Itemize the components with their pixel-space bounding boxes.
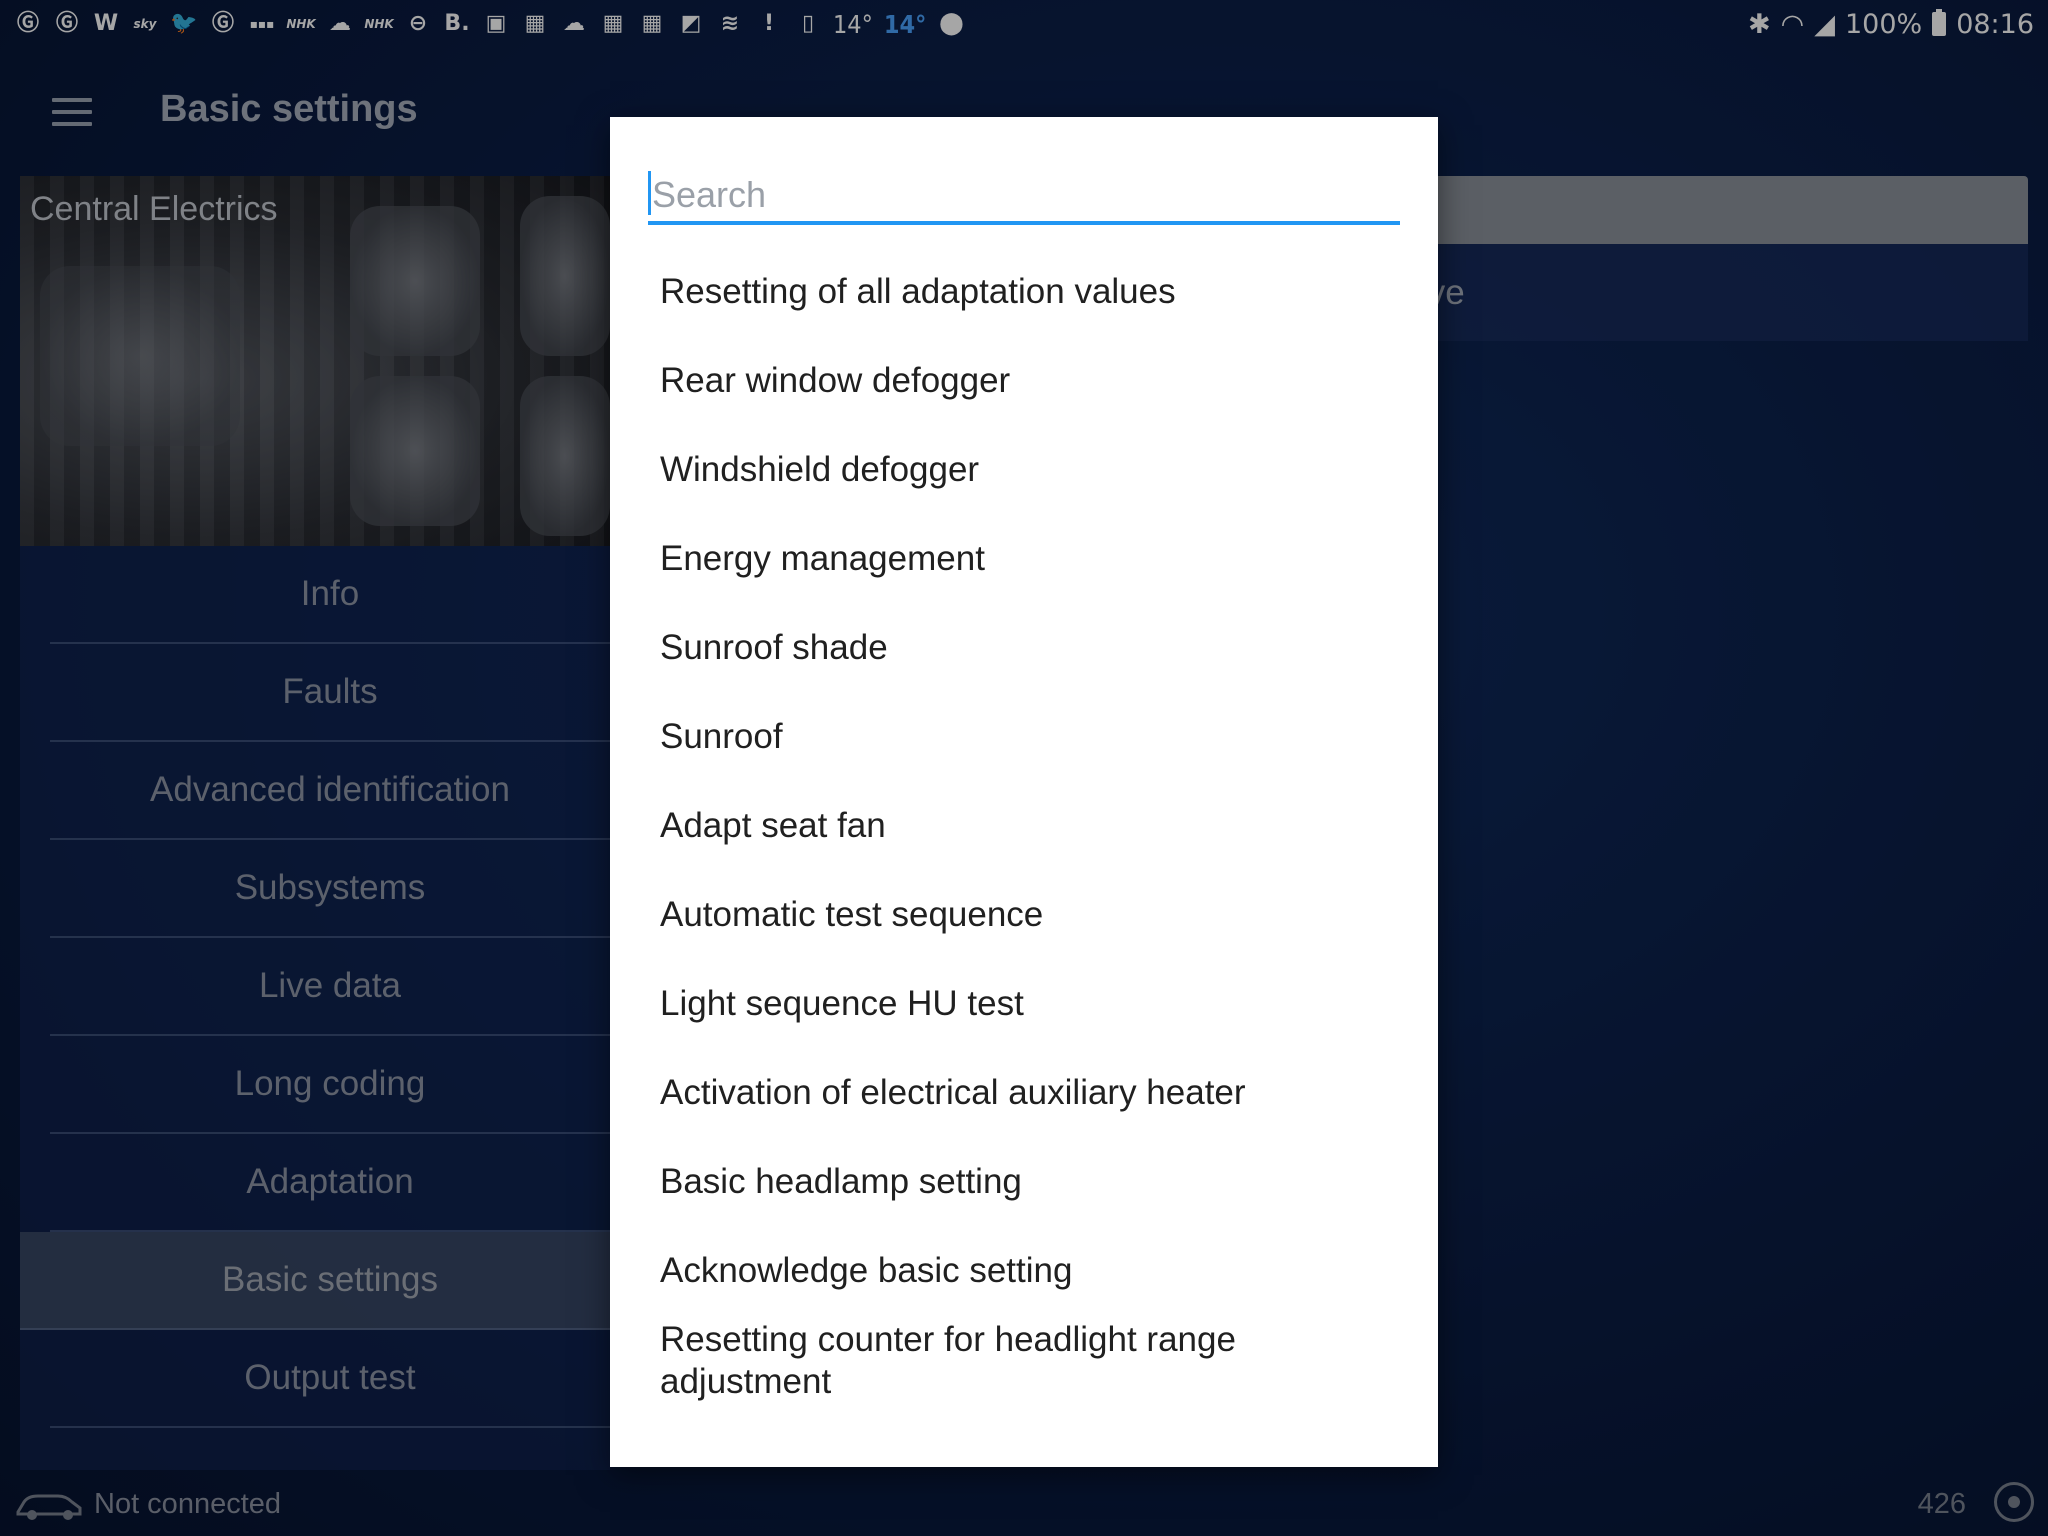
options-list: Resetting of all adaptation values Rear … — [660, 247, 1400, 1431]
text-cursor — [648, 171, 651, 215]
list-item[interactable]: Resetting counter for headlight range ad… — [660, 1315, 1400, 1431]
list-item[interactable]: Energy management — [660, 514, 1400, 603]
list-item[interactable]: Rear window defogger — [660, 336, 1400, 425]
list-item[interactable]: Sunroof shade — [660, 603, 1400, 692]
list-item[interactable]: Basic headlamp setting — [660, 1137, 1400, 1226]
list-item[interactable]: Adapt seat fan — [660, 781, 1400, 870]
list-item[interactable]: Acknowledge basic setting — [660, 1226, 1400, 1315]
list-item[interactable]: Activation of electrical auxiliary heate… — [660, 1048, 1400, 1137]
list-item[interactable]: Light sequence HU test — [660, 959, 1400, 1048]
search-input[interactable] — [648, 169, 1400, 225]
list-item[interactable]: Windshield defogger — [660, 425, 1400, 514]
list-item[interactable]: Automatic test sequence — [660, 870, 1400, 959]
basic-settings-dialog: Resetting of all adaptation values Rear … — [610, 117, 1438, 1467]
list-item[interactable]: Sunroof — [660, 692, 1400, 781]
list-item[interactable]: Resetting of all adaptation values — [660, 247, 1400, 336]
